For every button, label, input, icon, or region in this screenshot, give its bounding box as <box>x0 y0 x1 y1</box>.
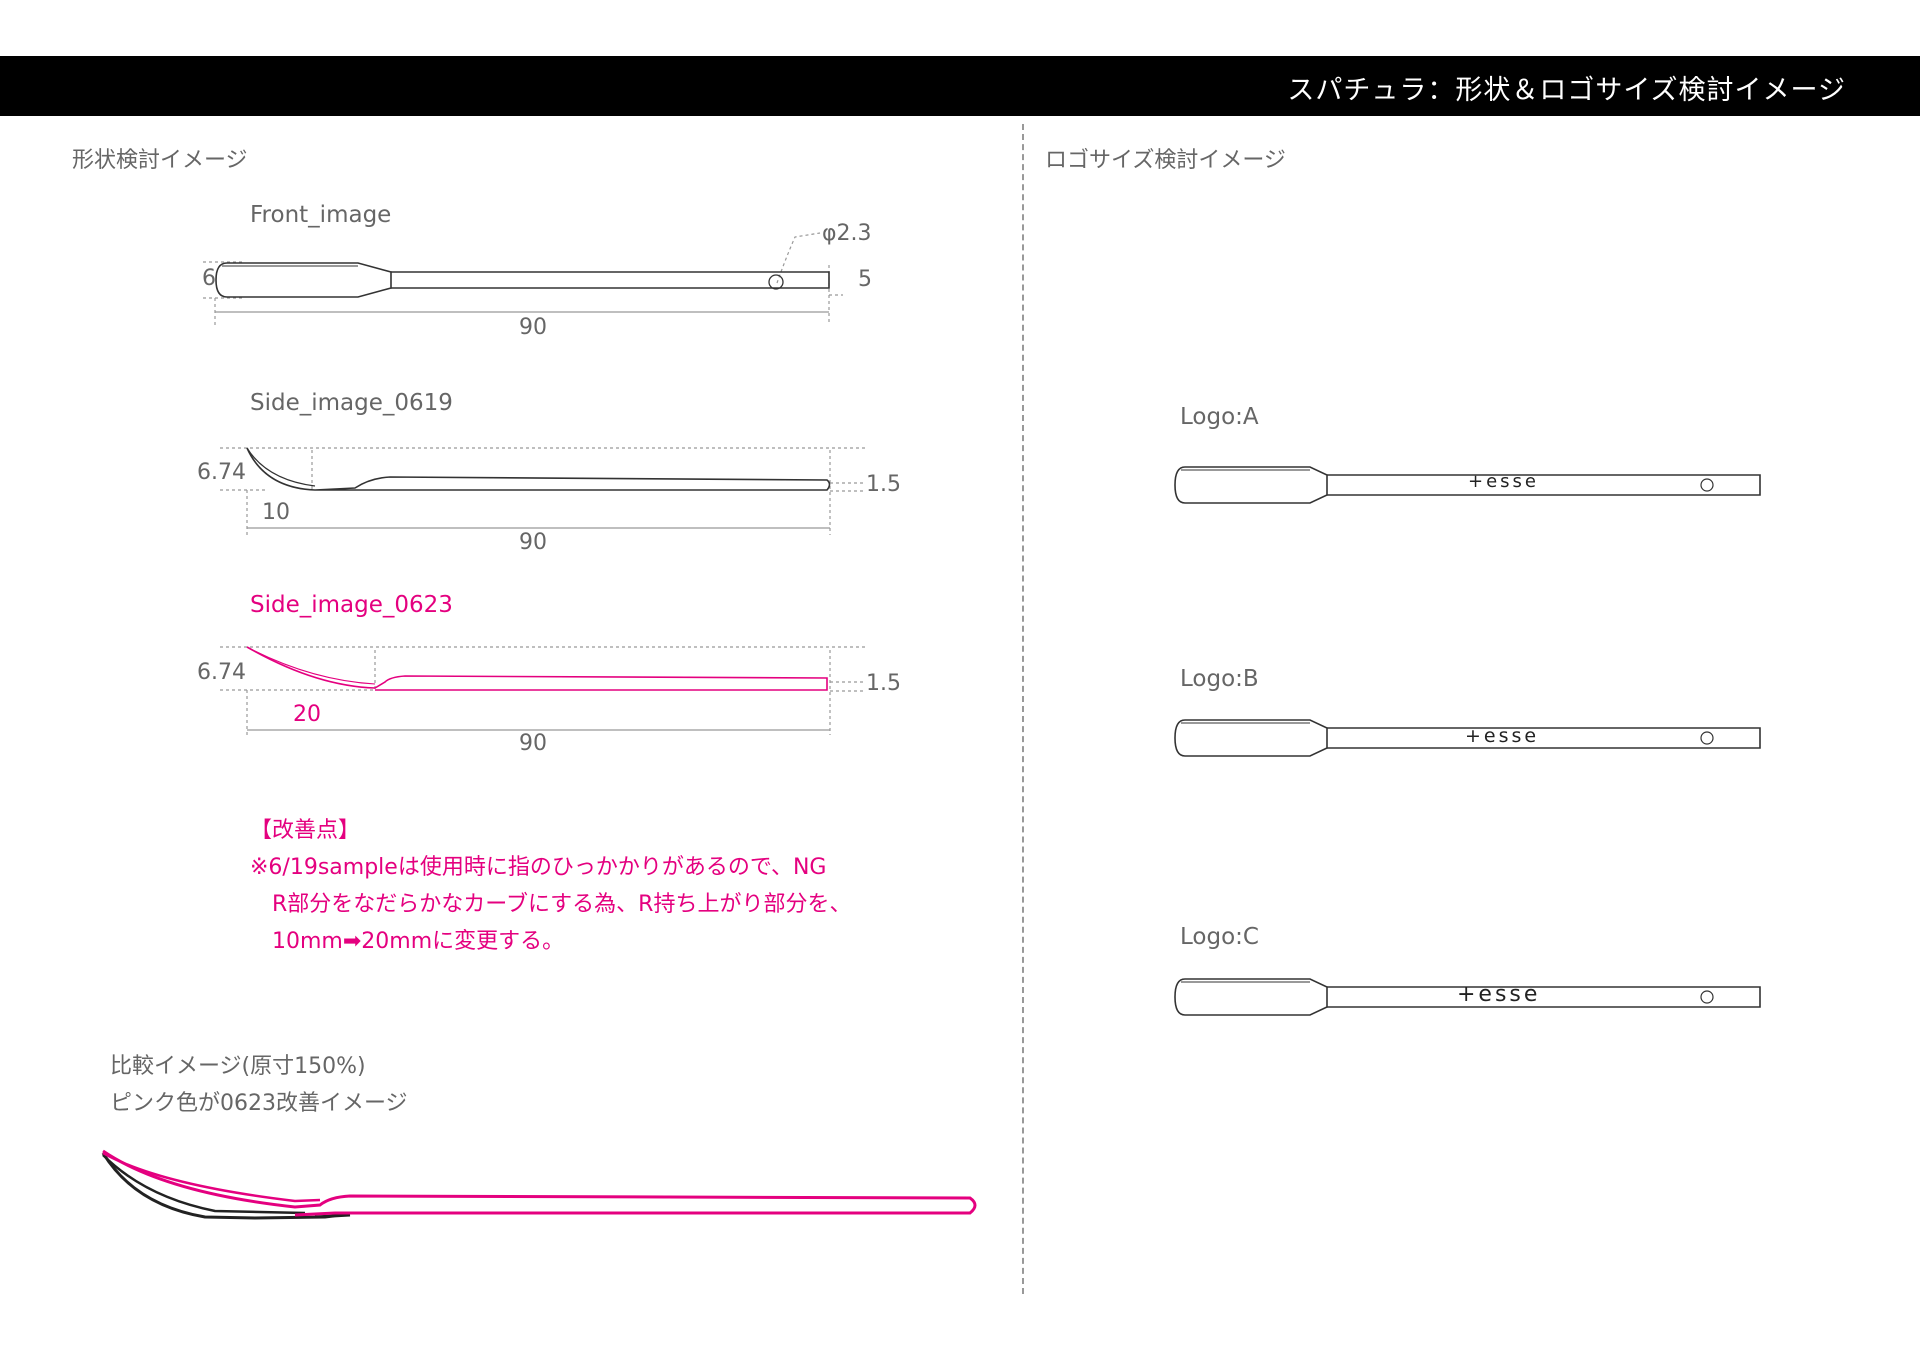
comparison-line-2: ピンク色が0623改善イメージ <box>110 1091 408 1116</box>
side-0623-label: Side_image_0623 <box>250 592 453 618</box>
side-0623-dim-height: 6.74 <box>197 660 246 685</box>
logo-b-text: +esse <box>1465 725 1540 747</box>
logo-section-title: ロゴサイズ検討イメージ <box>1045 148 1286 173</box>
side-0619-label: Side_image_0619 <box>250 390 453 416</box>
front-dim-hole: φ2.3 <box>822 221 872 246</box>
improvement-line-2: R部分をなだらかなカーブにする為、R持ち上がり部分を、 <box>272 892 852 917</box>
front-dim-height-left: 6 <box>202 266 216 291</box>
comparison-drawing <box>101 1149 977 1220</box>
front-dim-length: 90 <box>519 315 547 340</box>
side-0623-dim-length: 90 <box>519 731 547 756</box>
improvement-heading: 【改善点】 <box>250 818 361 843</box>
side-0619-dim-height: 6.74 <box>197 460 246 485</box>
improvement-line-1: ※6/19sampleは使用時に指のひっかかりがあるので、NG <box>250 855 827 880</box>
logo-a-label: Logo:A <box>1180 404 1259 430</box>
side-0623-dim-curve: 20 <box>293 702 321 727</box>
side-0619-dim-thickness: 1.5 <box>866 472 901 497</box>
logo-c-text: +esse <box>1457 982 1541 1007</box>
page-title: スパチュラ：形状＆ロゴサイズ検討イメージ <box>1287 75 1846 106</box>
section-divider <box>1022 124 1024 1294</box>
side-0619-dim-curve: 10 <box>262 500 290 525</box>
logo-a-text: +esse <box>1468 471 1539 492</box>
logo-b-label: Logo:B <box>1180 666 1259 692</box>
comparison-line-1: 比較イメージ(原寸150%) <box>110 1054 366 1079</box>
side-0623-dim-thickness: 1.5 <box>866 671 901 696</box>
shape-section-title: 形状検討イメージ <box>72 148 248 173</box>
improvement-line-3: 10mm➡20mmに変更する。 <box>272 929 565 954</box>
front-dim-height-right: 5 <box>858 267 872 292</box>
logo-c-label: Logo:C <box>1180 924 1259 950</box>
header-bar: スパチュラ：形状＆ロゴサイズ検討イメージ <box>0 56 1920 116</box>
side-0619-dim-length: 90 <box>519 530 547 555</box>
